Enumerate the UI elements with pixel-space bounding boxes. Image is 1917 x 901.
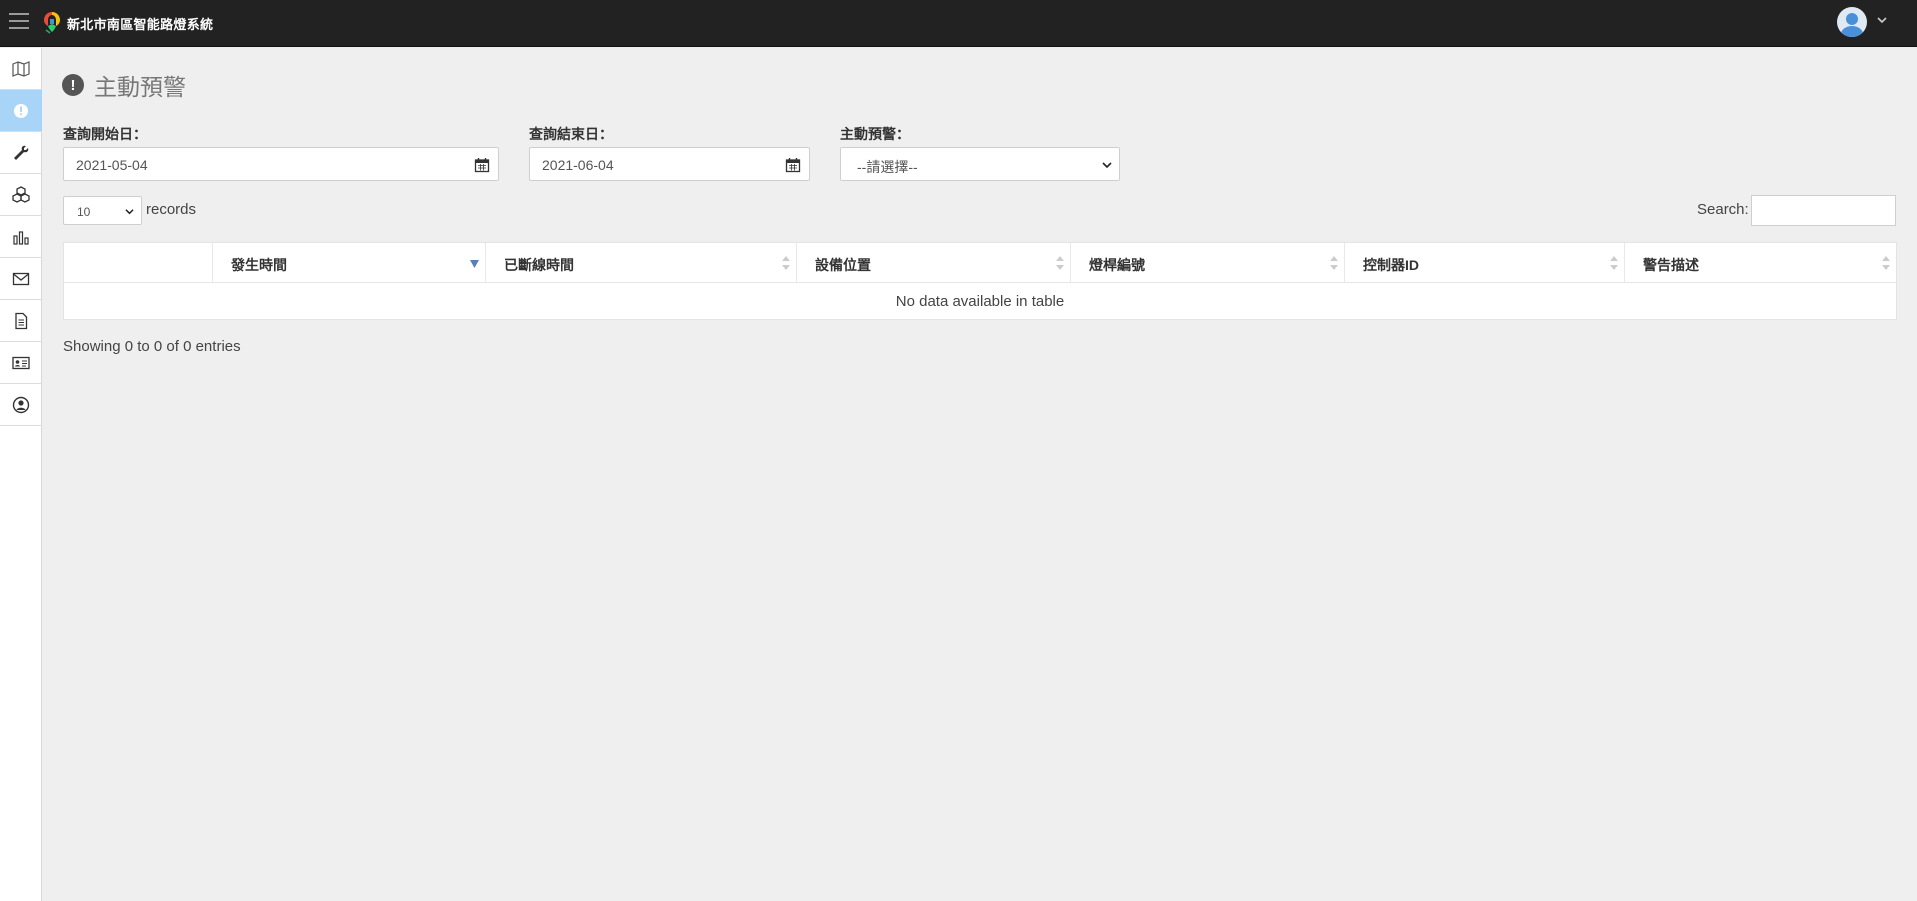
start-date-value: 2021-05-04 xyxy=(76,157,148,173)
empty-message: No data available in table xyxy=(895,292,1065,310)
bar-chart-icon xyxy=(13,230,29,245)
envelope-icon xyxy=(12,272,30,285)
table-info: Showing 0 to 0 of 0 entries xyxy=(63,338,241,355)
sidebar-item-statistics[interactable] xyxy=(0,216,42,258)
chevron-down-icon xyxy=(125,209,134,215)
sort-icon xyxy=(1610,256,1618,270)
cubes-icon xyxy=(12,185,30,203)
search-input[interactable] xyxy=(1751,195,1896,226)
end-date-label: 查詢結束日： xyxy=(529,126,613,142)
alert-type-select[interactable]: --請選擇-- xyxy=(840,147,1120,181)
sidebar-item-messages[interactable] xyxy=(0,258,42,300)
alert-icon: ! xyxy=(62,74,84,96)
column-header-device-location[interactable]: 設備位置 xyxy=(796,243,1070,283)
sidebar-item-accounts[interactable] xyxy=(0,342,42,384)
sort-desc-icon xyxy=(470,260,479,268)
page-title: 主動預警 xyxy=(94,74,186,100)
end-date-input[interactable]: 2021-06-04 xyxy=(529,147,810,181)
sidebar-item-reports[interactable] xyxy=(0,300,42,342)
page-length-label: records xyxy=(146,201,197,218)
sort-icon xyxy=(1882,256,1890,270)
top-bar: 新北市南區智能路燈系統 xyxy=(0,0,1917,47)
sidebar-item-devices[interactable] xyxy=(0,174,42,216)
user-circle-icon xyxy=(12,396,30,413)
start-date-label: 查詢開始日： xyxy=(63,126,147,142)
alert-type-label: 主動預警： xyxy=(840,126,910,142)
page-header: ! 主動預警 xyxy=(62,70,186,100)
page-length-select[interactable]: 10 xyxy=(63,196,142,225)
start-date-input[interactable]: 2021-05-04 xyxy=(63,147,499,181)
alert-type-value: --請選擇-- xyxy=(857,159,918,175)
table-header: 發生時間 已斷線時間 設備位置 燈桿編號 控制器ID 警告描述 xyxy=(64,243,1896,283)
column-header-disconnected-time[interactable]: 已斷線時間 xyxy=(485,243,796,283)
document-icon xyxy=(15,312,28,329)
sidebar-item-alert[interactable] xyxy=(0,90,42,132)
alert-icon xyxy=(14,103,28,118)
chevron-down-icon[interactable] xyxy=(1876,14,1888,26)
alerts-table: 發生時間 已斷線時間 設備位置 燈桿編號 控制器ID 警告描述 No data … xyxy=(63,242,1897,320)
sort-icon xyxy=(782,256,790,270)
empty-table-row: No data available in table xyxy=(64,283,1896,319)
sidebar-item-maintenance[interactable] xyxy=(0,132,42,174)
id-card-icon xyxy=(12,356,30,369)
sidebar xyxy=(0,48,42,901)
column-header-occurred-time[interactable]: 發生時間 xyxy=(212,243,485,283)
wrench-icon xyxy=(14,145,29,160)
user-avatar-icon[interactable] xyxy=(1837,7,1867,37)
search-label: Search: xyxy=(1697,201,1749,218)
sidebar-item-profile[interactable] xyxy=(0,384,42,426)
sort-icon xyxy=(1056,256,1064,270)
end-date-value: 2021-06-04 xyxy=(542,157,614,173)
calendar-icon[interactable] xyxy=(785,157,801,173)
map-icon xyxy=(12,60,30,77)
brand-title: 新北市南區智能路燈系統 xyxy=(67,17,214,32)
chevron-down-icon xyxy=(1102,162,1112,169)
column-header-pole-number[interactable]: 燈桿編號 xyxy=(1070,243,1344,283)
hamburger-icon[interactable] xyxy=(9,13,29,31)
logo-icon xyxy=(44,12,60,34)
column-header-warning-description[interactable]: 警告描述 xyxy=(1624,243,1896,283)
sort-icon xyxy=(1330,256,1338,270)
column-header-controller-id[interactable]: 控制器ID xyxy=(1344,243,1624,283)
page-length-value: 10 xyxy=(77,205,91,219)
column-header-control[interactable] xyxy=(64,243,212,283)
sidebar-item-map[interactable] xyxy=(0,48,42,90)
calendar-icon[interactable] xyxy=(474,157,490,173)
